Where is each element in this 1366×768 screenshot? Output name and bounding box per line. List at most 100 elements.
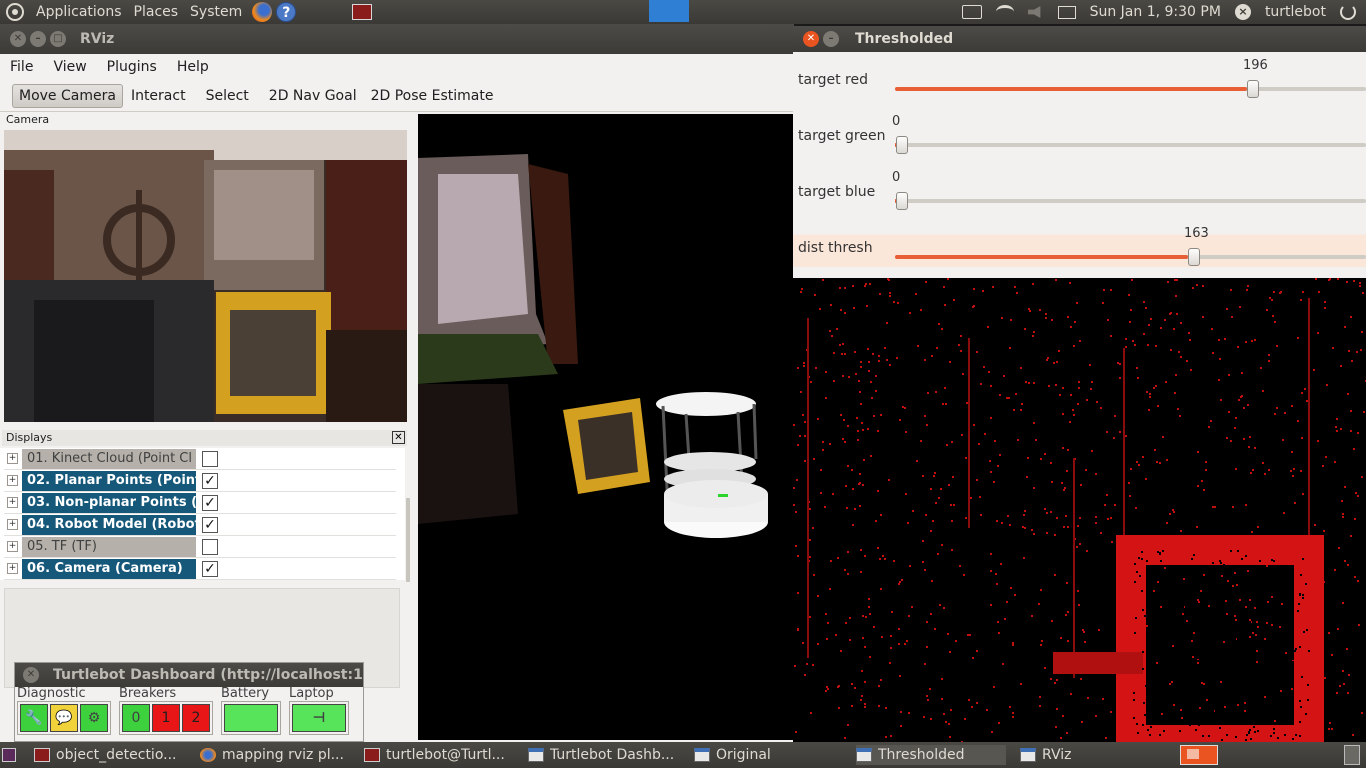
menu-plugins[interactable]: Plugins [97,59,167,75]
slider-handle[interactable] [896,136,908,154]
expand-icon[interactable]: + [7,541,18,552]
volume-muted-icon[interactable] [1027,6,1041,18]
display-label[interactable]: 03. Non-planar Points (P [22,492,196,513]
expand-icon[interactable]: + [7,497,18,508]
firefox-launcher-icon[interactable] [252,2,273,22]
taskbar-item-label: mapping rviz pl... [222,747,344,763]
taskbar-item[interactable]: turtlebot@Turtl... [364,745,514,765]
slider-handle[interactable] [1247,80,1259,98]
slider-track[interactable] [895,255,1366,259]
display-row[interactable]: +03. Non-planar Points (P ✓ [4,492,396,514]
taskbar-item[interactable]: mapping rviz pl... [200,745,350,765]
slider-value: 0 [892,114,901,129]
taskbar-item[interactable]: Original [694,745,834,765]
tool-2d-pose-estimate[interactable]: 2D Pose Estimate [365,85,500,107]
display-checkbox[interactable]: ✓ [202,472,218,489]
breaker-1-button[interactable]: 1 [152,704,180,732]
minimize-icon[interactable]: – [823,31,839,47]
close-icon[interactable]: ✕ [23,667,39,683]
trash-icon[interactable] [1344,745,1360,765]
display-row[interactable]: +04. Robot Model (Robot ✓ [4,514,396,536]
expand-icon[interactable]: + [7,475,18,486]
rviz-titlebar[interactable]: ✕ – □ RViz [0,24,794,54]
menu-view[interactable]: View [43,59,96,75]
display-checkbox[interactable]: ✓ [202,560,218,577]
battery-icon[interactable] [961,5,982,19]
display-label[interactable]: 02. Planar Points (Point [22,470,196,491]
threshold-image[interactable] [793,278,1366,742]
display-label[interactable]: 06. Camera (Camera) [22,558,196,579]
wrench-icon[interactable]: 🔧 [20,704,48,732]
slider-control: target green 0 [793,108,1366,164]
help-launcher-icon[interactable]: ? [276,2,297,22]
camera-image[interactable] [4,130,407,422]
dashboard-titlebar[interactable]: ✕ Turtlebot Dashboard (http://localhost:… [15,663,363,687]
tool-select[interactable]: Select [200,85,255,107]
terminal-launcher-icon[interactable] [352,4,373,20]
taskbar-item[interactable]: Turtlebot Dashb... [528,745,678,765]
display-checkbox[interactable] [202,450,218,467]
taskbar-item[interactable]: RViz [1020,745,1160,765]
display-label[interactable]: 04. Robot Model (Robot [22,514,196,535]
display-label[interactable]: 05. TF (TF) [22,536,196,557]
slider-track[interactable] [895,143,1366,147]
power-icon[interactable] [1340,4,1356,20]
user-icon[interactable]: × [1234,4,1251,20]
slider-track[interactable] [895,199,1366,203]
displays-scrollbar[interactable] [406,498,410,582]
breaker-2-button[interactable]: 2 [182,704,210,732]
render-3d-view[interactable] [418,114,794,740]
tool-move-camera[interactable]: Move Camera [12,83,123,108]
menu-file[interactable]: File [0,59,43,75]
slider-track[interactable] [895,87,1366,91]
display-row[interactable]: +05. TF (TF) [4,536,396,558]
wifi-icon[interactable] [995,5,1014,19]
maximize-icon[interactable]: □ [50,31,66,47]
show-desktop-icon[interactable] [2,748,16,762]
battery-icon[interactable] [224,704,278,732]
workspace-switcher[interactable] [1180,745,1218,765]
clock[interactable]: Sun Jan 1, 9:30 PM [1090,4,1221,20]
slider-value: 196 [1243,58,1268,73]
camera-panel-title: Camera [6,113,50,126]
dashboard-groups: Diagnostic 🔧 💬 ⚙ Breakers 0 1 2 Battery … [15,687,363,735]
system-tray: Sun Jan 1, 9:30 PM × turtlebot [961,0,1366,24]
breaker-0-button[interactable]: 0 [122,704,150,732]
mail-icon[interactable] [1057,5,1076,19]
display-row[interactable]: +02. Planar Points (Point ✓ [4,470,396,492]
menu-help[interactable]: Help [167,59,219,75]
display-checkbox[interactable]: ✓ [202,516,218,533]
tool-interact[interactable]: Interact [125,85,192,107]
menu-applications[interactable]: Applications [30,4,128,20]
expand-icon[interactable]: + [7,453,18,464]
slider-handle[interactable] [896,192,908,210]
display-checkbox[interactable]: ✓ [202,494,218,511]
console-icon[interactable]: 💬 [50,704,78,732]
taskbar-item-label: turtlebot@Turtl... [386,747,505,763]
menu-places[interactable]: Places [128,4,185,20]
close-icon[interactable]: ✕ [392,431,405,444]
diagnostic-label: Diagnostic [17,686,86,701]
window-icon [528,748,544,762]
user-name[interactable]: turtlebot [1265,4,1326,20]
tool-2d-nav-goal[interactable]: 2D Nav Goal [263,85,363,107]
close-icon[interactable]: ✕ [803,31,819,47]
display-row[interactable]: +01. Kinect Cloud (Point Cl [4,448,396,470]
display-row[interactable]: +06. Camera (Camera) ✓ [4,558,396,580]
ubuntu-logo-icon[interactable] [6,3,24,21]
thresholded-titlebar[interactable]: ✕ – Thresholded [793,26,1366,52]
slider-handle[interactable] [1188,248,1200,266]
taskbar-item[interactable]: Thresholded [856,745,1006,765]
expand-icon[interactable]: + [7,519,18,530]
menu-system[interactable]: System [184,4,248,20]
display-label[interactable]: 01. Kinect Cloud (Point Cl [22,448,196,469]
close-icon[interactable]: ✕ [10,31,26,47]
plug-icon[interactable]: ⊣ [292,704,346,732]
taskbar-item[interactable]: object_detectio... [34,745,184,765]
display-checkbox[interactable] [202,538,218,555]
motor-icon[interactable]: ⚙ [80,704,108,732]
taskbar-item-label: RViz [1042,747,1072,763]
slider-label: target green [798,128,886,144]
expand-icon[interactable]: + [7,563,18,574]
minimize-icon[interactable]: – [30,31,46,47]
